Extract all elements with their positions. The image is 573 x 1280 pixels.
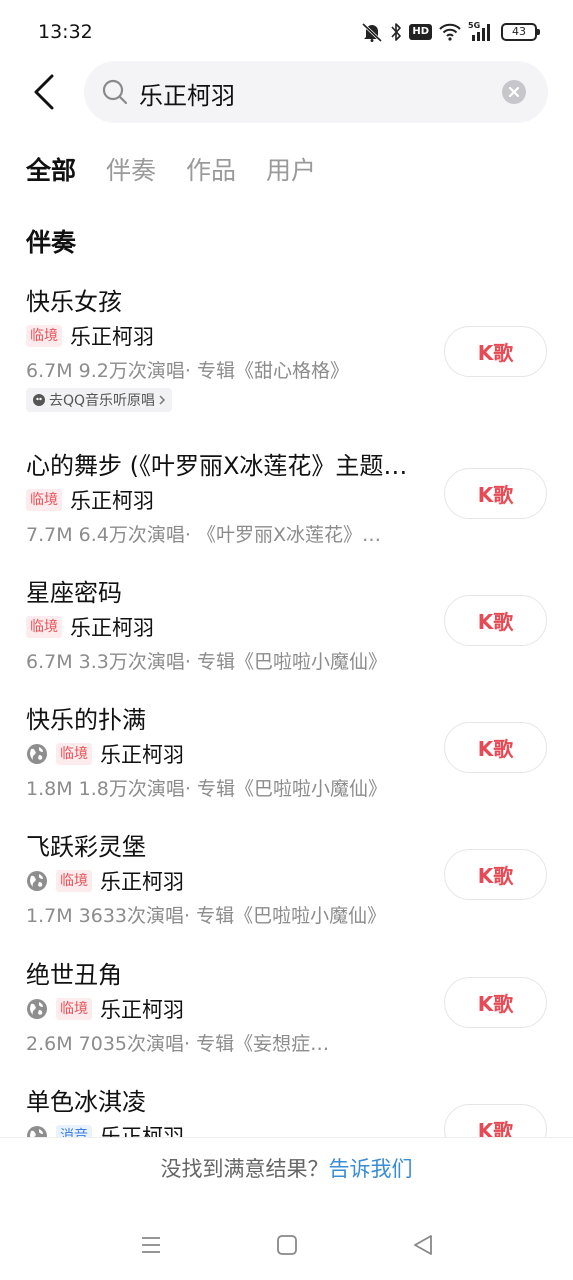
tab-all[interactable]: 全部 [26, 153, 76, 189]
song-meta: 1.7M 3633次演唱· 专辑《巴啦啦小魔仙》 [26, 905, 387, 927]
back-nav-button[interactable] [410, 1232, 436, 1258]
quality-tag: 临境 [26, 489, 62, 511]
artist-name: 乐正柯羽 [70, 616, 154, 640]
song-title: 快乐女孩 [26, 288, 122, 316]
home-square-icon [277, 1235, 297, 1255]
feedback-bar: 没找到满意结果？告诉我们 [0, 1153, 573, 1183]
artist-name: 乐正柯羽 [100, 870, 184, 894]
status-icons: HD 5G 43 [361, 20, 540, 44]
artist-row: 临境 乐正柯羽 [26, 613, 154, 641]
song-title: 绝世丑角 [26, 961, 122, 989]
search-box[interactable]: 乐正柯羽 [84, 61, 548, 123]
qq-link-label: 去QQ音乐听原唱 [49, 393, 156, 409]
artist-name: 乐正柯羽 [100, 1125, 184, 1137]
tab-accompaniment[interactable]: 伴奏 [106, 153, 156, 189]
back-arrow-icon [34, 74, 54, 110]
home-nav-button[interactable] [274, 1232, 300, 1258]
k-song-button[interactable]: K歌 [444, 977, 547, 1028]
song-meta: 1.8M 1.8万次演唱· 专辑《巴啦啦小魔仙》 [26, 778, 387, 800]
globe-icon [27, 871, 47, 891]
quality-tag: 临境 [56, 743, 92, 765]
song-meta: 7.7M 6.4万次演唱· 《叶罗丽X冰莲花》… [26, 524, 381, 546]
artist-row: 临境 乐正柯羽 [26, 322, 154, 350]
k-song-button[interactable]: K歌 [444, 1104, 547, 1137]
globe-icon [27, 1126, 47, 1137]
menu-nav-button[interactable] [138, 1232, 164, 1258]
signal-indicator: 5G [468, 21, 494, 42]
song-meta: 6.7M 9.2万次演唱· 专辑《甜心格格》 [26, 360, 349, 382]
song-meta: 2.6M 7035次演唱· 专辑《妄想症… [26, 1033, 330, 1055]
song-title: 快乐的扑满 [26, 706, 146, 734]
artist-row: 消音 乐正柯羽 [26, 1122, 184, 1137]
globe-icon [27, 999, 47, 1019]
bluetooth-icon [391, 23, 402, 41]
feedback-prompt: 没找到满意结果？ [160, 1157, 329, 1181]
result-list[interactable]: 快乐女孩 临境 乐正柯羽 6.7M 9.2万次演唱· 专辑《甜心格格》 去QQ音… [0, 282, 573, 1137]
artist-row: 临境 乐正柯羽 [26, 486, 154, 514]
section-title: 伴奏 [26, 228, 77, 257]
k-song-button[interactable]: K歌 [444, 595, 547, 646]
quality-tag: 临境 [56, 870, 92, 892]
qq-music-link[interactable]: 去QQ音乐听原唱 [26, 388, 173, 412]
footer-divider [0, 1137, 573, 1138]
battery-icon: 43 [501, 23, 540, 41]
search-icon [102, 79, 128, 105]
qq-music-icon [33, 394, 45, 406]
result-tabs: 全部 伴奏 作品 用户 [26, 153, 316, 189]
k-song-button[interactable]: K歌 [444, 468, 547, 519]
song-title: 飞跃彩灵堡 [26, 833, 146, 861]
artist-row: 临境 乐正柯羽 [26, 867, 184, 895]
artist-name: 乐正柯羽 [70, 489, 154, 513]
artist-row: 临境 乐正柯羽 [26, 995, 184, 1023]
song-title: 星座密码 [26, 579, 122, 607]
back-triangle-icon [414, 1235, 432, 1255]
globe-icon [27, 744, 47, 764]
clear-icon[interactable] [502, 80, 526, 104]
artist-name: 乐正柯羽 [100, 743, 184, 767]
song-meta: 6.7M 3.3万次演唱· 专辑《巴啦啦小魔仙》 [26, 651, 387, 673]
system-nav-bar [0, 1222, 573, 1268]
quality-tag: 临境 [26, 616, 62, 638]
artist-row: 临境 乐正柯羽 [26, 740, 184, 768]
quality-tag: 临境 [56, 998, 92, 1020]
search-input[interactable]: 乐正柯羽 [139, 76, 235, 111]
artist-name: 乐正柯羽 [70, 325, 154, 349]
k-song-button[interactable]: K歌 [444, 849, 547, 900]
tab-users[interactable]: 用户 [266, 153, 316, 189]
status-bar: 13:32 HD 5G 43 [0, 0, 573, 62]
tab-works[interactable]: 作品 [186, 153, 236, 189]
menu-icon [142, 1237, 160, 1253]
song-title: 单色冰淇凌 [26, 1088, 146, 1116]
hd-icon: HD [409, 24, 432, 40]
wifi-icon [439, 23, 461, 41]
k-song-button[interactable]: K歌 [444, 326, 547, 377]
feedback-link[interactable]: 告诉我们 [329, 1157, 413, 1181]
k-song-button[interactable]: K歌 [444, 722, 547, 773]
artist-name: 乐正柯羽 [100, 998, 184, 1022]
status-time: 13:32 [38, 21, 93, 43]
chevron-right-icon [159, 395, 166, 405]
quality-tag: 消音 [56, 1125, 92, 1137]
song-title: 心的舞步 (《叶罗丽X冰莲花》主题… [26, 452, 408, 480]
quality-tag: 临境 [26, 325, 62, 347]
mute-bell-icon [362, 22, 383, 42]
back-button[interactable] [22, 67, 66, 117]
signal-icon [472, 24, 490, 41]
